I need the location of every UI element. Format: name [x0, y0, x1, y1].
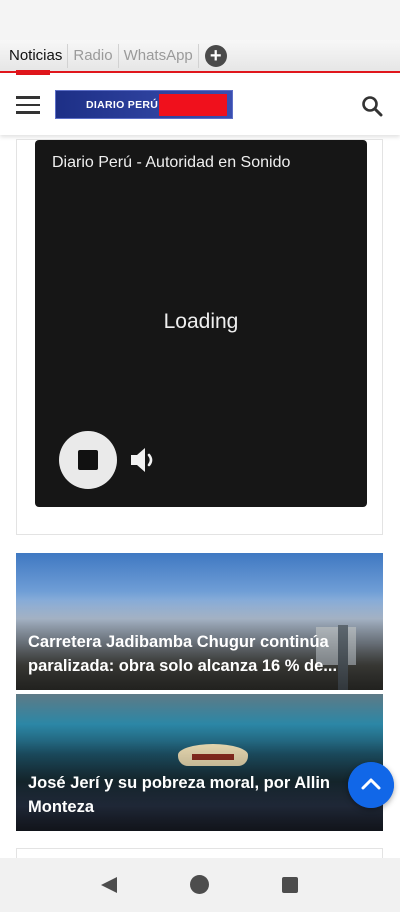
app-screen: Noticias Radio WhatsApp + DIARIO PERÚ Di…	[0, 0, 400, 912]
hamburger-menu-icon[interactable]	[16, 96, 40, 114]
radio-player-card: Diario Perú - Autoridad en Sonido Loadin…	[16, 139, 383, 535]
news-title[interactable]: José Jerí y su pobreza moral, por Allin …	[28, 771, 343, 819]
stop-button[interactable]	[59, 431, 117, 489]
search-icon[interactable]	[361, 95, 383, 117]
tab-label: WhatsApp	[123, 46, 193, 64]
tab-radio[interactable]: Radio	[68, 43, 119, 68]
browser-tab-strip: Noticias Radio WhatsApp +	[0, 40, 400, 75]
tab-label: Noticias	[9, 46, 63, 64]
scroll-to-top-button[interactable]	[348, 762, 394, 808]
audio-player: Diario Perú - Autoridad en Sonido Loadin…	[35, 140, 367, 507]
news-card[interactable]: José Jerí y su pobreza moral, por Allin …	[16, 694, 383, 831]
recents-square-icon[interactable]	[282, 877, 298, 893]
news-card[interactable]: Carretera Jadibamba Chugur continúa para…	[16, 553, 383, 690]
logo-text: DIARIO PERÚ	[86, 99, 159, 111]
active-tab-indicator	[16, 69, 50, 75]
volume-icon[interactable]	[129, 445, 161, 475]
plus-circle-icon[interactable]: +	[204, 44, 227, 67]
home-circle-icon[interactable]	[190, 875, 209, 894]
status-bar	[0, 0, 400, 40]
logo-red-block	[159, 94, 227, 116]
news-title[interactable]: Carretera Jadibamba Chugur continúa para…	[28, 630, 369, 678]
site-logo[interactable]: DIARIO PERÚ	[55, 90, 233, 119]
tab-whatsapp[interactable]: WhatsApp	[119, 43, 199, 68]
site-header: DIARIO PERÚ	[0, 75, 400, 135]
player-status: Loading	[163, 310, 239, 333]
system-navigation-bar	[0, 858, 400, 912]
stop-icon	[78, 450, 98, 470]
tab-label: Radio	[73, 46, 113, 64]
tab-noticias[interactable]: Noticias	[4, 43, 69, 75]
back-triangle-icon[interactable]	[100, 876, 118, 894]
player-title: Diario Perú - Autoridad en Sonido	[52, 154, 291, 171]
